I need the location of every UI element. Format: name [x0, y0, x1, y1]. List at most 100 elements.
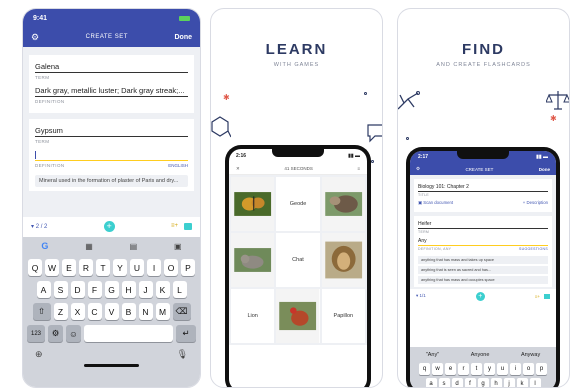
key-d[interactable]: d [451, 378, 463, 387]
list-add-icon[interactable]: ≡+ [535, 294, 540, 299]
gif-icon[interactable]: ▤ [130, 242, 138, 251]
key-h[interactable]: h [490, 378, 502, 387]
done-button[interactable]: Done [175, 34, 193, 41]
prediction[interactable]: Anyway [521, 352, 540, 358]
emoji-key[interactable]: ☺ [66, 325, 81, 342]
set-title-field[interactable]: Biology 101: Chapter 2 [418, 183, 548, 192]
key-r[interactable]: r [458, 363, 469, 375]
add-card-button[interactable]: + [475, 291, 485, 301]
definition-field[interactable]: Dark gray, metallic luster; Dark gray st… [35, 85, 188, 97]
key-c[interactable]: C [87, 303, 102, 320]
timer-label: 41 SECONDS [284, 166, 313, 171]
term-field[interactable]: Heifer [418, 220, 548, 229]
prediction[interactable]: "Any" [426, 352, 439, 358]
key-v[interactable]: V [104, 303, 119, 320]
term-field[interactable]: Galena [35, 61, 188, 73]
numbers-key[interactable]: 123 [27, 325, 45, 342]
prediction[interactable]: Anyone [471, 352, 490, 358]
key-r[interactable]: R [79, 259, 93, 276]
key-i[interactable]: i [510, 363, 521, 375]
key-l[interactable]: L [172, 281, 187, 298]
match-tile-text[interactable]: Chat [276, 233, 320, 287]
key-e[interactable]: E [62, 259, 76, 276]
key-p[interactable]: P [181, 259, 195, 276]
key-a[interactable]: A [36, 281, 51, 298]
match-tile-text[interactable]: Lion [231, 289, 275, 343]
key-u[interactable]: U [130, 259, 144, 276]
key-s[interactable]: S [53, 281, 68, 298]
language-selector[interactable]: ENGLISH [168, 163, 188, 173]
key-w[interactable]: W [45, 259, 59, 276]
add-card-button[interactable]: + [103, 220, 115, 232]
match-tile-geode[interactable] [321, 177, 365, 231]
collapse-icon[interactable]: ▾ 1/1 [416, 293, 426, 299]
key-h[interactable]: H [121, 281, 136, 298]
return-key[interactable]: ↵ [176, 325, 196, 342]
key-b[interactable]: B [121, 303, 136, 320]
key-p[interactable]: p [536, 363, 547, 375]
gear-icon[interactable]: ⚙ [416, 166, 420, 172]
key-g[interactable]: G [104, 281, 119, 298]
image-icon[interactable] [183, 222, 192, 230]
done-button[interactable]: Done [539, 167, 550, 172]
list-add-icon[interactable]: ≡+ [171, 223, 178, 230]
key-s[interactable]: s [438, 378, 450, 387]
key-y[interactable]: Y [113, 259, 127, 276]
key-j[interactable]: j [503, 378, 515, 387]
red-star-decoration: ✱ [550, 114, 557, 123]
cat-image [231, 233, 275, 287]
key-n[interactable]: N [138, 303, 153, 320]
image-icon[interactable] [544, 293, 550, 299]
match-tile-rooster[interactable] [276, 289, 320, 343]
key-k[interactable]: k [516, 378, 528, 387]
match-tile-cat[interactable] [231, 233, 275, 287]
key-x[interactable]: X [70, 303, 85, 320]
microphone-icon[interactable]: 🎙 [177, 349, 188, 360]
translate-icon[interactable]: ▦ [85, 242, 93, 251]
google-icon[interactable]: G [41, 241, 48, 251]
suitcase-icon[interactable]: ▣ [174, 242, 182, 251]
definition-suggestion[interactable]: anything that is seen as sacred and has.… [418, 266, 548, 274]
key-u[interactable]: u [497, 363, 508, 375]
add-description-button[interactable]: + Description [523, 200, 548, 206]
key-o[interactable]: O [164, 259, 178, 276]
key-o[interactable]: o [523, 363, 534, 375]
key-f[interactable]: f [464, 378, 476, 387]
definition-field[interactable] [35, 149, 188, 161]
key-w[interactable]: w [432, 363, 443, 375]
key-a[interactable]: a [425, 378, 437, 387]
key-j[interactable]: J [138, 281, 153, 298]
key-m[interactable]: M [155, 303, 170, 320]
backspace-key[interactable]: ⌫ [172, 303, 191, 320]
key-l[interactable]: l [529, 378, 541, 387]
match-tile-lion[interactable] [321, 233, 365, 287]
key-f[interactable]: F [87, 281, 102, 298]
definition-suggestion[interactable]: Mineral used in the formation of plaster… [35, 175, 188, 187]
settings-key[interactable]: ⚙ [48, 325, 63, 342]
key-g[interactable]: g [477, 378, 489, 387]
key-y[interactable]: y [484, 363, 495, 375]
key-t[interactable]: t [471, 363, 482, 375]
definition-suggestion[interactable]: anything that has mass and takes up spac… [418, 256, 548, 264]
match-tile-text[interactable]: Papillon [321, 289, 365, 343]
definition-suggestion[interactable]: anything that has mass and occupies spac… [418, 276, 548, 284]
scan-document-button[interactable]: ▣ Scan document [418, 200, 453, 206]
term-field[interactable]: Gypsum [35, 125, 188, 137]
key-t[interactable]: T [96, 259, 110, 276]
key-z[interactable]: Z [53, 303, 68, 320]
key-i[interactable]: I [147, 259, 161, 276]
close-icon[interactable]: ✕ [236, 166, 240, 172]
shift-key[interactable]: ⇧ [32, 303, 51, 320]
key-d[interactable]: D [70, 281, 85, 298]
key-q[interactable]: q [419, 363, 430, 375]
match-tile-butterfly[interactable] [231, 177, 275, 231]
key-k[interactable]: K [155, 281, 170, 298]
match-tile-text[interactable]: Geode [276, 177, 320, 231]
menu-icon[interactable]: ≡ [357, 166, 360, 171]
space-key[interactable] [84, 325, 173, 342]
key-e[interactable]: e [445, 363, 456, 375]
globe-icon[interactable]: ⊕ [35, 349, 43, 360]
key-q[interactable]: Q [28, 259, 42, 276]
gear-icon[interactable]: ⚙ [31, 32, 39, 43]
definition-field[interactable]: Any [418, 237, 548, 246]
